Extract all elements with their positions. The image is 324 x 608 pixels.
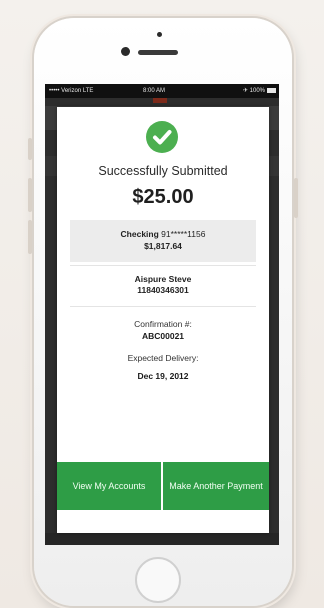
front-camera [121,47,130,56]
account-balance: $1,817.64 [144,241,182,251]
dialog-title: Successfully Submitted [98,164,228,178]
payment-amount: $25.00 [132,186,194,208]
status-right: ✈ 100% [242,88,265,94]
payee-number: 11840346301 [137,285,189,295]
proximity-sensor [157,32,162,37]
mute-switch [28,138,32,160]
phone-screen: ••••• Verizon LTE 8:00 AM ✈ 100% Success… [45,84,279,545]
home-button[interactable] [135,557,181,603]
payee-name: Aispure Steve [134,274,192,284]
delivery-date: Dec 19, 2012 [137,371,189,381]
earpiece-speaker [138,50,178,55]
volume-down-button [28,220,32,254]
background-footer [45,533,279,545]
success-check-icon [146,121,178,153]
payee-box: Aispure Steve 11840346301 [70,265,256,307]
delivery-label: Expected Delivery: [127,353,199,363]
make-another-payment-button[interactable]: Make Another Payment [163,462,269,510]
account-number: 91*****1156 [161,229,206,239]
view-my-accounts-button[interactable]: View My Accounts [57,462,161,510]
confirmation-number: ABC00021 [141,331,185,341]
from-account-box: Checking 91*****1156 $1,817.64 [70,220,256,262]
status-time: 8:00 AM [143,88,166,94]
confirmation-label: Confirmation #: [134,319,192,329]
background-header-accent [153,98,167,103]
page: ••••• Verizon LTE 8:00 AM ✈ 100% Success… [0,0,324,608]
payment-confirmation-dialog: Successfully Submitted $25.00 Checking 9… [57,107,269,533]
account-line: Checking 91*****1156 [70,229,256,239]
volume-up-button [28,178,32,212]
account-type: Checking [120,229,159,239]
status-bar: ••••• Verizon LTE 8:00 AM ✈ 100% [45,84,279,98]
power-button [294,178,298,218]
carrier-signal: ••••• Verizon LTE [49,88,94,94]
battery-icon [267,88,276,93]
